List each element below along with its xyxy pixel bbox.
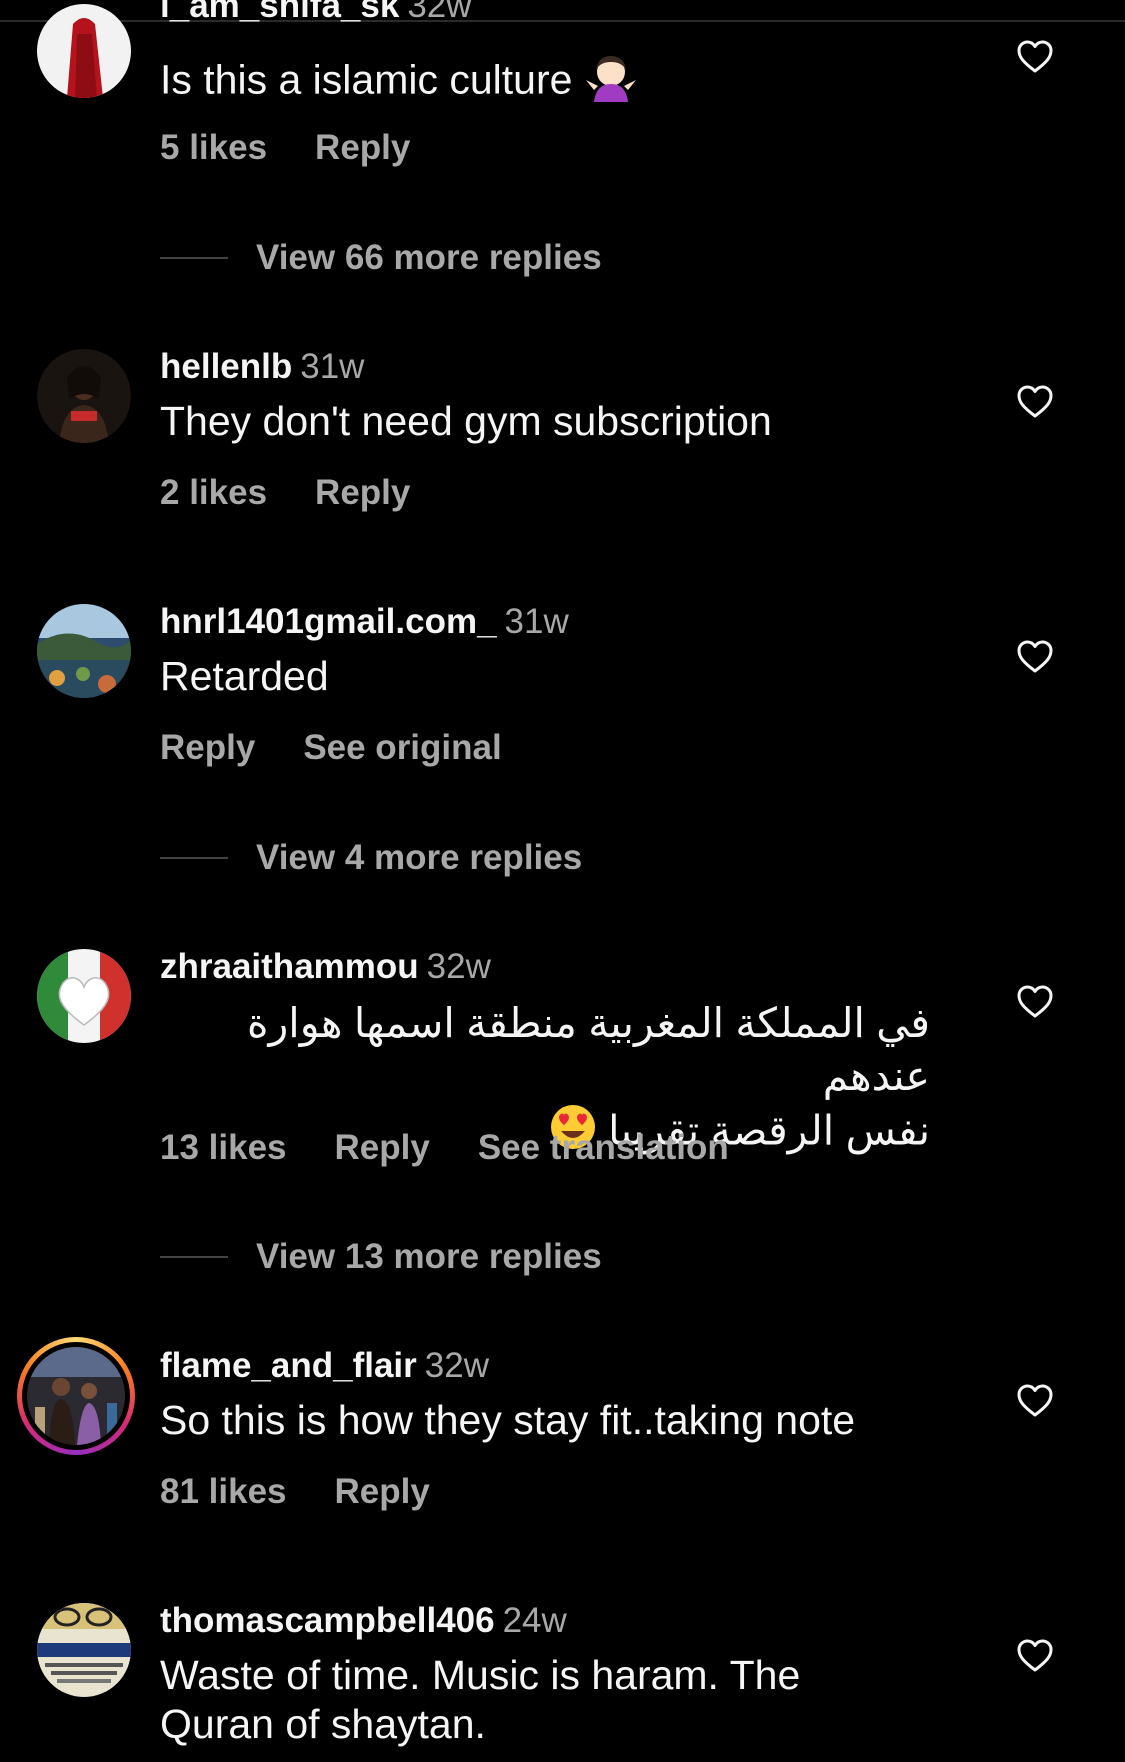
- comment-text-line: في المملكة المغربية منطقة اسمها هوارة عن…: [247, 1000, 930, 1099]
- timestamp: 31w: [504, 602, 569, 641]
- replies-divider-line: [160, 257, 228, 259]
- view-more-replies-button[interactable]: View 4 more replies: [160, 838, 582, 878]
- likes-count[interactable]: 2 likes: [160, 473, 267, 512]
- avatar[interactable]: [37, 949, 131, 1043]
- comment-actions: 81 likes Reply: [160, 1472, 478, 1512]
- comment-header: hellenlb 31w: [160, 347, 364, 387]
- comment-header: i_am_shifa_sk 32w: [160, 0, 472, 26]
- view-more-replies-button[interactable]: View 66 more replies: [160, 238, 602, 278]
- comment-header: zhraaithammou 32w: [160, 947, 491, 987]
- avatar-with-story-ring[interactable]: [17, 1337, 135, 1455]
- reply-button[interactable]: Reply: [315, 473, 410, 512]
- username[interactable]: hellenlb: [160, 347, 292, 386]
- like-heart-icon[interactable]: [1017, 40, 1053, 74]
- like-heart-icon[interactable]: [1017, 385, 1053, 419]
- comment-text: Waste of time. Music is haram. The Quran…: [160, 1651, 980, 1749]
- like-heart-icon[interactable]: [1017, 985, 1053, 1019]
- replies-divider-line: [160, 857, 228, 859]
- person-shrugging-emoji: [584, 52, 638, 113]
- username[interactable]: i_am_shifa_sk: [160, 0, 399, 25]
- like-heart-icon[interactable]: [1017, 1384, 1053, 1418]
- comment-actions: Reply See original: [160, 728, 550, 768]
- username[interactable]: flame_and_flair: [160, 1346, 417, 1385]
- view-replies-label: View 66 more replies: [256, 238, 602, 277]
- view-replies-label: View 4 more replies: [256, 838, 583, 877]
- reply-button[interactable]: Reply: [315, 128, 410, 167]
- comment-header: thomascampbell406 24w: [160, 1601, 567, 1641]
- like-heart-icon[interactable]: [1017, 1639, 1053, 1673]
- username[interactable]: hnrl1401gmail.com_: [160, 602, 497, 641]
- like-heart-icon[interactable]: [1017, 640, 1053, 674]
- avatar: [27, 1347, 125, 1445]
- comment-text: They don't need gym subscription: [160, 398, 772, 444]
- likes-count[interactable]: 5 likes: [160, 128, 267, 167]
- reply-button[interactable]: Reply: [335, 1128, 430, 1167]
- timestamp: 32w: [407, 0, 472, 25]
- timestamp: 32w: [426, 947, 491, 986]
- comment-actions: 2 likes Reply: [160, 473, 458, 513]
- likes-count[interactable]: 81 likes: [160, 1472, 287, 1511]
- comment-text: Retarded: [160, 653, 329, 699]
- avatar-ring-gap: [22, 1342, 130, 1450]
- comment-actions: 13 likes Reply See translation: [160, 1128, 777, 1168]
- comment-actions: 5 likes Reply: [160, 128, 458, 168]
- avatar[interactable]: [37, 1603, 131, 1697]
- replies-divider-line: [160, 1256, 228, 1258]
- view-more-replies-button[interactable]: View 13 more replies: [160, 1237, 602, 1277]
- timestamp: 24w: [502, 1601, 567, 1640]
- comment-header: hnrl1401gmail.com_ 31w: [160, 602, 569, 642]
- timestamp: 31w: [300, 347, 365, 386]
- avatar[interactable]: [37, 4, 131, 98]
- see-translation-button[interactable]: See translation: [478, 1128, 729, 1167]
- reply-button[interactable]: Reply: [160, 728, 255, 767]
- comment-text: Is this a islamic culture: [160, 52, 980, 113]
- comment-header: flame_and_flair 32w: [160, 1346, 489, 1386]
- comment-text: So this is how they stay fit..taking not…: [160, 1397, 856, 1443]
- timestamp: 32w: [424, 1346, 489, 1385]
- avatar[interactable]: [37, 349, 131, 443]
- likes-count[interactable]: 13 likes: [160, 1128, 287, 1167]
- comment-text-line: Waste of time. Music is haram. The: [160, 1652, 801, 1698]
- comment-text-content: Is this a islamic culture: [160, 56, 573, 103]
- comment-text-line: Quran of shaytan.: [160, 1701, 486, 1747]
- username[interactable]: thomascampbell406: [160, 1601, 495, 1640]
- avatar[interactable]: [37, 604, 131, 698]
- view-replies-label: View 13 more replies: [256, 1237, 602, 1276]
- see-original-button[interactable]: See original: [303, 728, 501, 767]
- username[interactable]: zhraaithammou: [160, 947, 419, 986]
- reply-button[interactable]: Reply: [335, 1472, 430, 1511]
